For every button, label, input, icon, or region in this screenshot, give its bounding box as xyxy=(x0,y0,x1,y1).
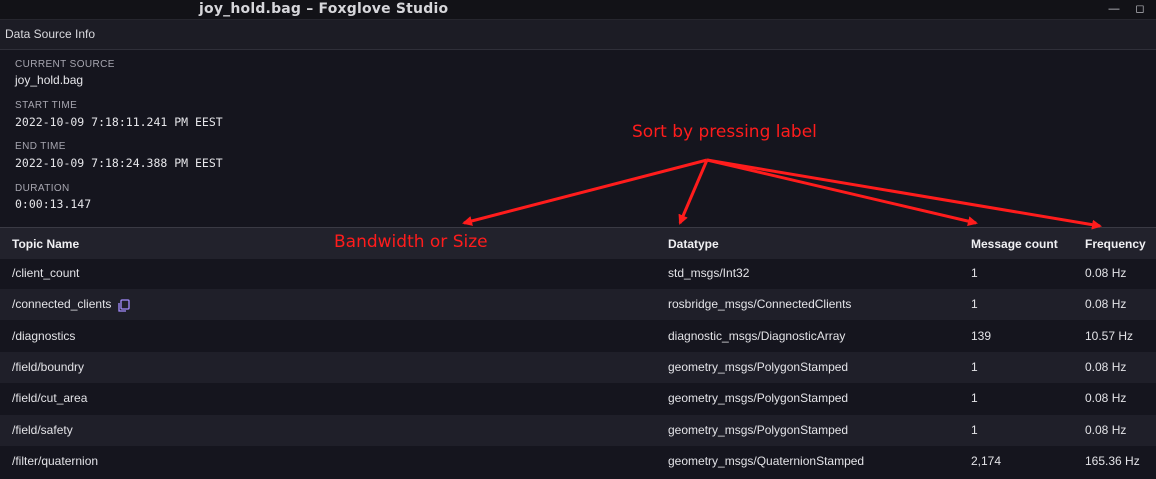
message-count-cell-text: 1 xyxy=(971,266,978,280)
end-time-value: 2022-10-09 7:18:24.388 PM EEST xyxy=(15,156,223,170)
message-count-cell: 1 xyxy=(971,423,978,437)
table-header: Topic Name Datatype Message count Freque… xyxy=(0,227,1156,259)
topic-name-cell-text: /field/safety xyxy=(12,422,73,437)
start-time-value: 2022-10-09 7:18:11.241 PM EEST xyxy=(15,115,223,129)
datatype-cell-text: geometry_msgs/PolygonStamped xyxy=(668,391,849,406)
frequency-cell: 10.57 Hz xyxy=(1085,329,1133,343)
frequency-cell: 165.36 Hz xyxy=(1085,454,1140,468)
window-title: joy_hold.bag – Foxglove Studio xyxy=(199,1,449,17)
datatype-cell-text: geometry_msgs/PolygonStamped xyxy=(668,359,849,374)
table-row: /filter/quaternion geometry_msgs/Quaterni… xyxy=(0,446,1156,477)
message-count-cell: 2,174 xyxy=(971,454,1001,468)
table-row: /client_count std_msgs/Int32 1 0.08 Hz xyxy=(0,258,1156,289)
bandwidth-annotation: Bandwidth or Size xyxy=(334,232,488,252)
column-header-frequency[interactable]: Frequency xyxy=(1085,237,1146,251)
table-row: /field/cut_area geometry_msgs/PolygonStam… xyxy=(0,383,1156,414)
duration-label: DURATION xyxy=(15,183,70,194)
topic-name-cell: /field/safety xyxy=(12,423,73,437)
column-header-message-count[interactable]: Message count xyxy=(971,237,1058,251)
topic-name-cell-text: /field/cut_area xyxy=(12,391,88,406)
datatype-cell: rosbridge_msgs/ConnectedClients xyxy=(668,297,851,311)
frequency-cell: 0.08 Hz xyxy=(1085,266,1126,280)
panel-title: Data Source Info xyxy=(5,27,96,41)
table-row: /field/boundry geometry_msgs/PolygonStamp… xyxy=(0,351,1156,383)
column-header-topic-name[interactable]: Topic Name xyxy=(12,237,79,251)
datatype-cell: std_msgs/Int32 xyxy=(668,266,749,280)
topic-name-cell-text: /connected_clients xyxy=(12,297,112,312)
frequency-cell: 0.08 Hz xyxy=(1085,360,1126,374)
datatype-cell: geometry_msgs/PolygonStamped xyxy=(668,391,848,405)
topic-name-cell-text: /client_count xyxy=(12,266,80,280)
current-source-value: joy_hold.bag xyxy=(15,73,84,87)
frequency-cell-text: 10.57 Hz xyxy=(1085,328,1134,343)
topic-name-cell: /diagnostics xyxy=(12,329,75,343)
minimize-icon[interactable]: — xyxy=(1106,1,1122,17)
datatype-cell-text: diagnostic_msgs/DiagnosticArray xyxy=(668,328,846,343)
copy-icon[interactable] xyxy=(117,298,131,312)
topic-name-cell: /client_count xyxy=(12,266,79,280)
table-row: /diagnostics diagnostic_msgs/DiagnosticAr… xyxy=(0,321,1156,352)
message-count-cell: 1 xyxy=(971,297,978,311)
current-source-label: CURRENT SOURCE xyxy=(15,59,115,70)
message-count-cell: 139 xyxy=(971,329,991,343)
topic-name-cell: /filter/quaternion xyxy=(12,454,98,468)
column-header-datatype[interactable]: Datatype xyxy=(668,237,719,251)
start-time-label: START TIME xyxy=(15,100,78,111)
message-count-cell-text: 2,174 xyxy=(971,453,1002,468)
end-time-label: END TIME xyxy=(15,141,66,152)
message-count-cell-text: 1 xyxy=(971,359,978,374)
datatype-cell-text: std_msgs/Int32 xyxy=(668,266,750,280)
message-count-cell: 1 xyxy=(971,360,978,374)
frequency-cell-text: 0.08 Hz xyxy=(1085,359,1127,374)
message-count-cell-text: 139 xyxy=(971,328,992,343)
message-count-cell: 1 xyxy=(971,391,978,405)
datatype-cell: geometry_msgs/QuaternionStamped xyxy=(668,454,864,468)
window-titlebar: joy_hold.bag – Foxglove Studio — ◻ xyxy=(0,0,1156,20)
topic-name-cell: /field/boundry xyxy=(12,360,84,374)
duration-value: 0:00:13.147 xyxy=(15,197,92,211)
message-count-cell-text: 1 xyxy=(971,391,978,406)
table-row: /connected_clients rosbridge_msgs/Connect… xyxy=(0,289,1156,321)
message-count-cell-text: 1 xyxy=(971,422,978,437)
frequency-cell: 0.08 Hz xyxy=(1085,297,1126,311)
topic-name-cell: /field/cut_area xyxy=(12,391,87,405)
datatype-cell: diagnostic_msgs/DiagnosticArray xyxy=(668,329,845,343)
panel-header: Data Source Info xyxy=(0,20,1156,50)
frequency-cell-text: 0.08 Hz xyxy=(1085,266,1127,280)
topic-name-cell-text: /filter/quaternion xyxy=(12,453,99,468)
message-count-cell: 1 xyxy=(971,266,978,280)
frequency-cell-text: 0.08 Hz xyxy=(1085,422,1127,437)
datatype-cell: geometry_msgs/PolygonStamped xyxy=(668,423,848,437)
topic-name-cell: /connected_clients xyxy=(12,297,131,312)
sort-hint-annotation: Sort by pressing label xyxy=(632,122,817,142)
topic-name-cell-text: /field/boundry xyxy=(12,359,85,374)
datatype-cell-text: geometry_msgs/PolygonStamped xyxy=(668,422,849,437)
frequency-cell-text: 165.36 Hz xyxy=(1085,453,1140,468)
maximize-icon[interactable]: ◻ xyxy=(1132,1,1148,17)
frequency-cell-text: 0.08 Hz xyxy=(1085,297,1127,312)
message-count-cell-text: 1 xyxy=(971,297,978,312)
datatype-cell: geometry_msgs/PolygonStamped xyxy=(668,360,848,374)
frequency-cell-text: 0.08 Hz xyxy=(1085,391,1127,406)
topic-name-cell-text: /diagnostics xyxy=(12,328,76,343)
table-row: /field/safety geometry_msgs/PolygonStampe… xyxy=(0,414,1156,446)
datatype-cell-text: geometry_msgs/QuaternionStamped xyxy=(668,453,865,468)
frequency-cell: 0.08 Hz xyxy=(1085,391,1126,405)
frequency-cell: 0.08 Hz xyxy=(1085,423,1126,437)
datatype-cell-text: rosbridge_msgs/ConnectedClients xyxy=(668,297,852,312)
